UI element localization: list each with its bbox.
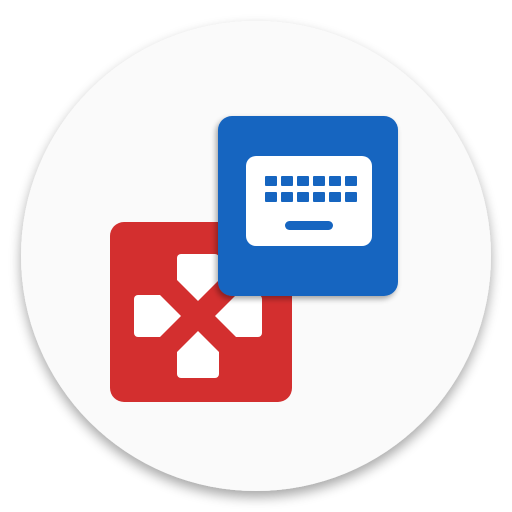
app-icon-graphic bbox=[21, 21, 491, 491]
keyboard-tile bbox=[218, 116, 398, 296]
keyboard-spacebar bbox=[285, 221, 333, 230]
keyboard-icon bbox=[246, 156, 372, 246]
app-icon bbox=[0, 0, 512, 512]
